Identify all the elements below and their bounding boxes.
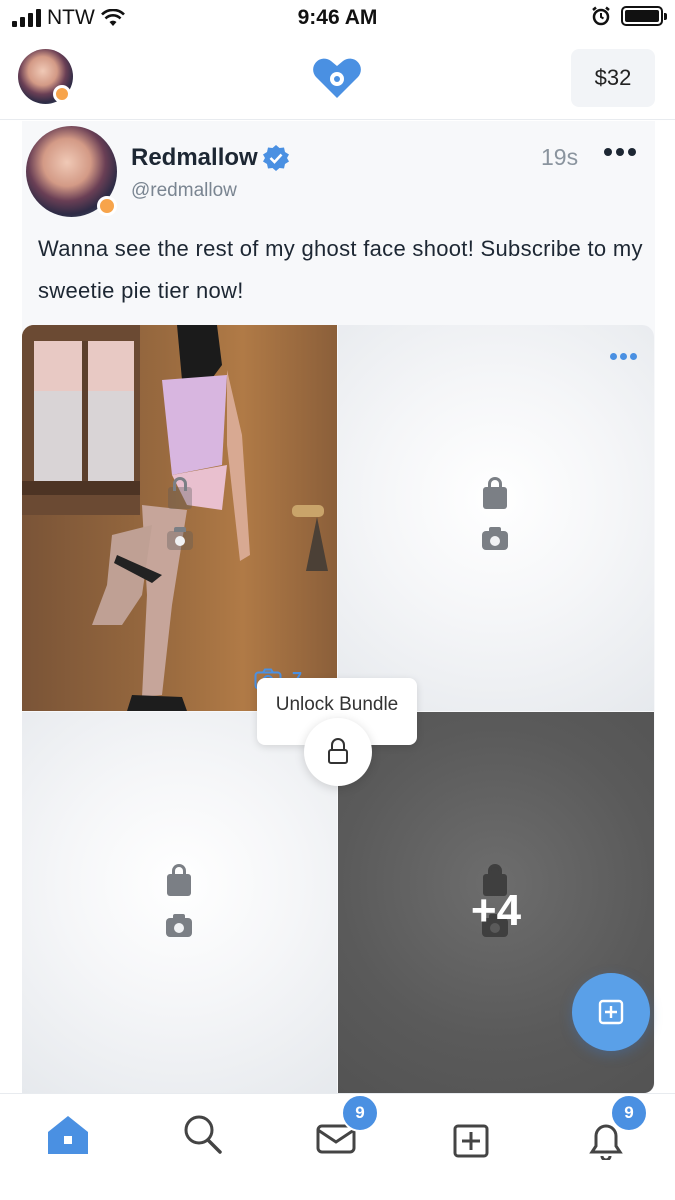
battery-icon bbox=[621, 6, 667, 26]
camera-icon bbox=[482, 527, 508, 550]
status-bar: NTW 9:46 AM bbox=[0, 0, 675, 38]
messages-badge: 9 bbox=[341, 1094, 379, 1132]
alarm-icon bbox=[592, 6, 610, 26]
wallet-balance-button[interactable]: $32 bbox=[571, 49, 655, 107]
author-handle[interactable]: @redmallow bbox=[131, 180, 237, 202]
lock-icon bbox=[483, 477, 507, 509]
post-time: 19s bbox=[541, 144, 579, 170]
tab-create[interactable] bbox=[441, 1108, 501, 1160]
lock-icon bbox=[167, 864, 191, 896]
preview-photo bbox=[22, 325, 328, 711]
top-bar: $32 bbox=[0, 40, 675, 120]
camera-icon bbox=[166, 914, 192, 937]
notifications-badge: 9 bbox=[610, 1094, 648, 1132]
post-caption: Wanna see the rest of my ghost face shoo… bbox=[38, 236, 643, 303]
camera-icon bbox=[167, 527, 193, 550]
media-tile-photo[interactable] bbox=[22, 325, 337, 711]
post-more-options-icon[interactable] bbox=[604, 148, 636, 156]
heart-logo-icon[interactable] bbox=[311, 54, 363, 100]
media-tile-locked[interactable] bbox=[338, 325, 654, 711]
tab-home[interactable] bbox=[38, 1108, 98, 1160]
author-online-dot bbox=[97, 196, 117, 216]
add-square-icon bbox=[598, 999, 624, 1025]
home-icon bbox=[48, 1116, 88, 1154]
lock-icon bbox=[168, 477, 192, 509]
media-tile-locked[interactable] bbox=[22, 712, 337, 1093]
search-icon bbox=[184, 1115, 222, 1154]
tab-search[interactable] bbox=[172, 1108, 232, 1160]
unlock-bundle-button[interactable] bbox=[304, 718, 372, 786]
online-status-dot bbox=[53, 85, 71, 103]
more-media-count: +4 bbox=[470, 886, 522, 935]
lock-outline-icon bbox=[328, 738, 348, 764]
bottom-tab-bar: 9 9 bbox=[0, 1093, 675, 1200]
new-post-fab[interactable] bbox=[572, 973, 650, 1051]
add-square-icon bbox=[453, 1124, 489, 1158]
status-time: 9:46 AM bbox=[297, 6, 378, 29]
tile-more-options-icon[interactable] bbox=[610, 353, 637, 360]
author-name[interactable]: Redmallow bbox=[131, 144, 258, 172]
verified-badge-icon bbox=[263, 145, 289, 171]
